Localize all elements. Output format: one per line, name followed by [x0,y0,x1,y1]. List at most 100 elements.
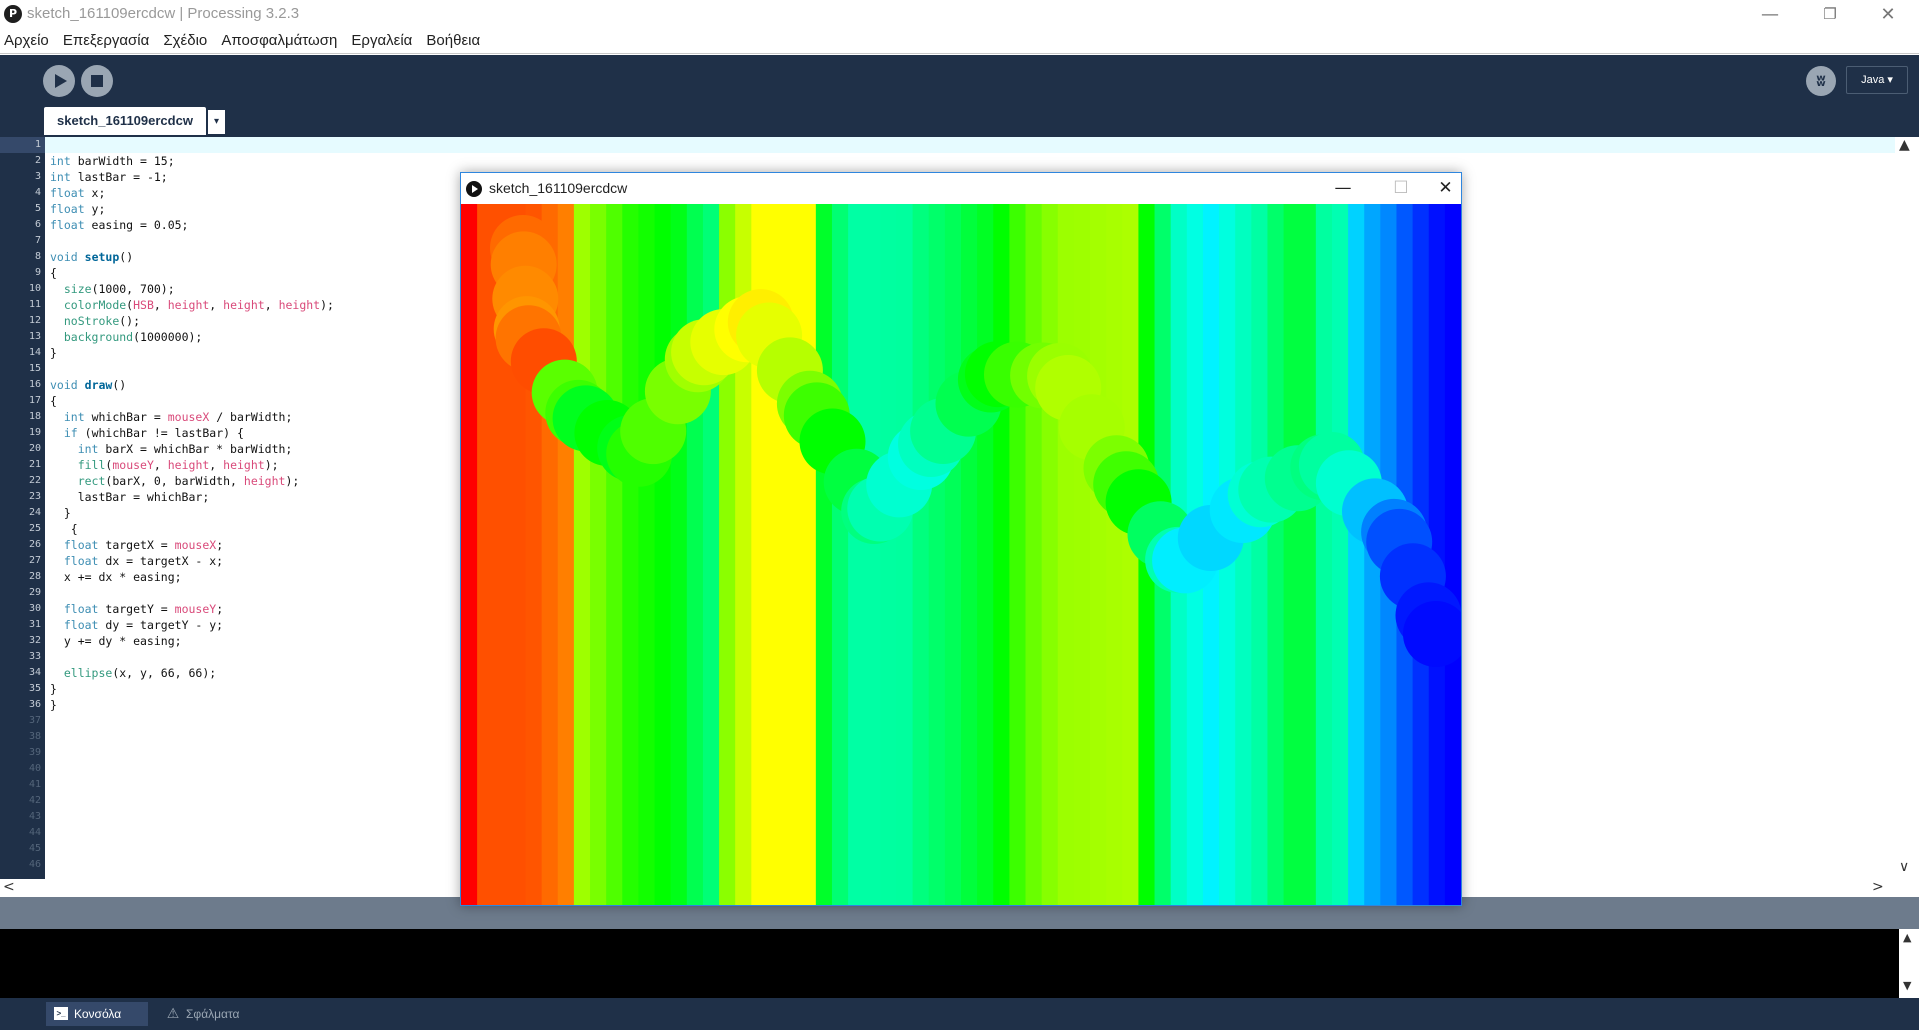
mode-selector[interactable]: Java ▾ [1846,66,1908,94]
app-title-bar: P sketch_161109ercdcw | Processing 3.2.3… [0,0,1919,29]
menu-tools[interactable]: Εργαλεία [347,29,416,49]
line-number: 23 [28,491,41,502]
color-bar [1283,204,1301,905]
line-number: 40 [28,763,41,774]
tab-sketch[interactable]: sketch_161109ercdcw [44,107,206,135]
line-number: 10 [28,283,41,294]
processing-logo-icon: P [4,5,22,23]
line-number: 16 [28,379,41,390]
color-bar [1041,204,1059,905]
color-bar [1073,204,1091,905]
code-line: int whichBar = mouseX / barWidth; [63,410,293,424]
code-line: float targetX = mouseX; [63,538,224,552]
color-bar [912,204,930,905]
code-line: float dy = targetY - y; [63,618,224,632]
line-number: 26 [28,539,41,550]
line-number: 29 [28,587,41,598]
run-button[interactable] [43,65,75,97]
debug-button[interactable]: ʬ [1806,66,1836,96]
code-line: x += dx * easing; [50,570,182,584]
console-output[interactable] [0,929,1899,998]
line-number: 35 [28,683,41,694]
code-line: float y; [50,202,106,216]
color-bar [638,204,656,905]
scroll-right-icon[interactable]: > [1872,879,1884,895]
line-number: 25 [28,523,41,534]
code-line: y += dy * easing; [50,634,182,648]
color-bar [799,204,817,905]
color-bar [1331,204,1349,905]
line-number: 9 [34,267,41,278]
color-bar [1348,204,1365,905]
scroll-down-icon[interactable]: ∨ [1899,859,1909,875]
console-scrollbar[interactable]: ▲ ▼ [1899,929,1919,998]
code-line: } [50,346,57,360]
menu-debug[interactable]: Αποσφαλμάτωση [217,29,341,49]
console-scroll-down-icon[interactable]: ▼ [1903,979,1911,992]
processing-run-icon [466,181,482,197]
code-line: rect(barX, 0, barWidth, height); [77,474,300,488]
line-number: 12 [28,315,41,326]
line-number: 17 [28,395,41,406]
scroll-up-icon[interactable]: ▲ [1899,137,1910,153]
sketch-minimize-button[interactable]: — [1314,173,1372,204]
code-line: noStroke(); [63,314,141,328]
stop-button[interactable] [81,65,113,97]
window-title: sketch_161109ercdcw | Processing 3.2.3 [27,5,300,22]
tab-errors[interactable]: ⚠ Σφάλματα [158,1002,268,1026]
line-number: 41 [28,779,41,790]
line-number: 7 [34,235,41,246]
code-line: colorMode(HSB, height, height, height); [63,298,334,312]
sketch-window-title: sketch_161109ercdcw [489,180,628,196]
line-number: 15 [28,363,41,374]
butterfly-icon: ʬ [1816,71,1826,90]
line-number: 21 [28,459,41,470]
line-number: 28 [28,571,41,582]
code-line: background(1000000); [63,330,203,344]
code-line: float x; [50,186,106,200]
line-number: 42 [28,795,41,806]
code-line: { [50,266,57,280]
tab-menu-button[interactable]: ▾ [208,110,225,134]
tab-console[interactable]: >_ Κονσόλα [46,1002,148,1026]
line-number: 8 [34,251,41,262]
scroll-left-icon[interactable]: < [3,879,15,895]
menu-sketch[interactable]: Σχέδιο [159,29,211,49]
sketch-canvas[interactable] [461,204,1461,905]
restore-button[interactable]: ❐ [1801,0,1859,29]
color-bar [880,204,898,905]
line-number: 33 [28,651,41,662]
line-number: 37 [28,715,41,726]
chevron-down-icon: ▾ [213,116,220,127]
code-line: int lastBar = -1; [50,170,168,184]
sketch-close-button[interactable]: ✕ [1430,173,1461,204]
menu-help[interactable]: Βοήθεια [422,29,484,49]
menu-file[interactable]: Αρχείο [0,29,53,49]
code-line: { [50,394,57,408]
line-number: 2 [34,155,41,166]
code-line: int barWidth = 15; [50,154,175,168]
line-number: 45 [28,843,41,854]
vertical-scrollbar[interactable]: ▲ ∨ [1895,137,1919,879]
line-number: 13 [28,331,41,342]
color-bar [848,204,865,905]
line-number: 36 [28,699,41,710]
line-number: 34 [28,667,41,678]
code-line: } [50,506,71,520]
color-bar [461,204,478,905]
color-bar [1315,204,1333,905]
line-number: 30 [28,603,41,614]
sketch-maximize-button[interactable]: ☐ [1372,173,1430,204]
color-bar [686,204,704,905]
color-bar [831,204,849,905]
sketch-window[interactable]: sketch_161109ercdcw — ☐ ✕ [460,172,1462,906]
console-tab-label: Κονσόλα [74,1007,122,1021]
minimize-button[interactable]: — [1741,0,1799,29]
color-bar [1444,204,1461,905]
console-scroll-up-icon[interactable]: ▲ [1903,931,1911,944]
menu-edit[interactable]: Επεξεργασία [59,29,153,49]
line-number: 3 [34,171,41,182]
color-bar [1106,204,1123,905]
close-button[interactable]: ✕ [1859,0,1917,29]
color-bar [1267,204,1285,905]
